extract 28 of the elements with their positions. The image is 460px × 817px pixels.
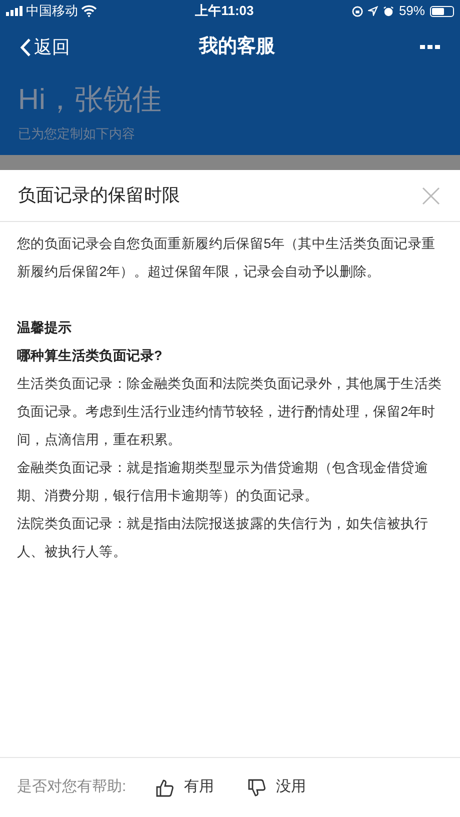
body-paragraph: 生活类负面记录：除金融类负面和法院类负面记录外，其他属于生活类负面记录。考虑到生活行业违约情节较轻，进行酌情处理，保留2年时间，点滴信用，重在积累。 <box>17 375 443 449</box>
location-icon <box>368 6 378 16</box>
battery-percent: 59% <box>398 2 425 20</box>
back-button[interactable]: 返回 <box>20 34 70 60</box>
body-paragraph: 金融类负面记录：就是指逾期类型显示为借贷逾期（包含现金借贷逾期、消费分期，银行信用卡逾期等）的负面记录。 <box>17 459 430 505</box>
body-paragraph: 您的负面记录会自您负面重新履约后保留5年（其中生活类负面记录重新履约后保留2年）。超过保留年限，记录会自动予以删除。 <box>17 235 436 281</box>
rotation-lock-icon <box>352 6 363 16</box>
page-title: 我的客服 <box>199 34 275 59</box>
alarm-icon <box>382 6 394 16</box>
close-icon <box>422 186 440 204</box>
greeting-title: Hi，张锐佳 <box>18 83 162 118</box>
more-icon <box>420 45 440 49</box>
battery-icon <box>430 6 454 16</box>
feedback-prompt: 是否对您有帮助: <box>17 777 126 798</box>
wifi-icon <box>81 5 97 17</box>
dialog-title: 负面记录的保留时限 <box>18 184 180 207</box>
greeting-subtitle: 已为您定制如下内容 <box>18 125 135 143</box>
thumbs-up-icon <box>156 778 174 796</box>
helpful-button[interactable]: 有用 <box>156 776 214 799</box>
body-paragraph: 法院类负面记录：就是指由法院报送披露的失信行为，如失信被执行人、被执行人等。 <box>17 515 430 561</box>
signal-icon <box>6 6 23 16</box>
thumbs-down-icon <box>248 778 266 796</box>
section-heading: 温馨提示 <box>17 319 73 337</box>
back-chevron-icon <box>20 38 31 56</box>
section-heading: 哪种算生活类负面记录? <box>17 347 163 365</box>
status-time: 上午11:03 <box>195 2 254 20</box>
not-helpful-button[interactable]: 没用 <box>248 776 306 799</box>
carrier-name: 中国移动 <box>26 2 78 20</box>
